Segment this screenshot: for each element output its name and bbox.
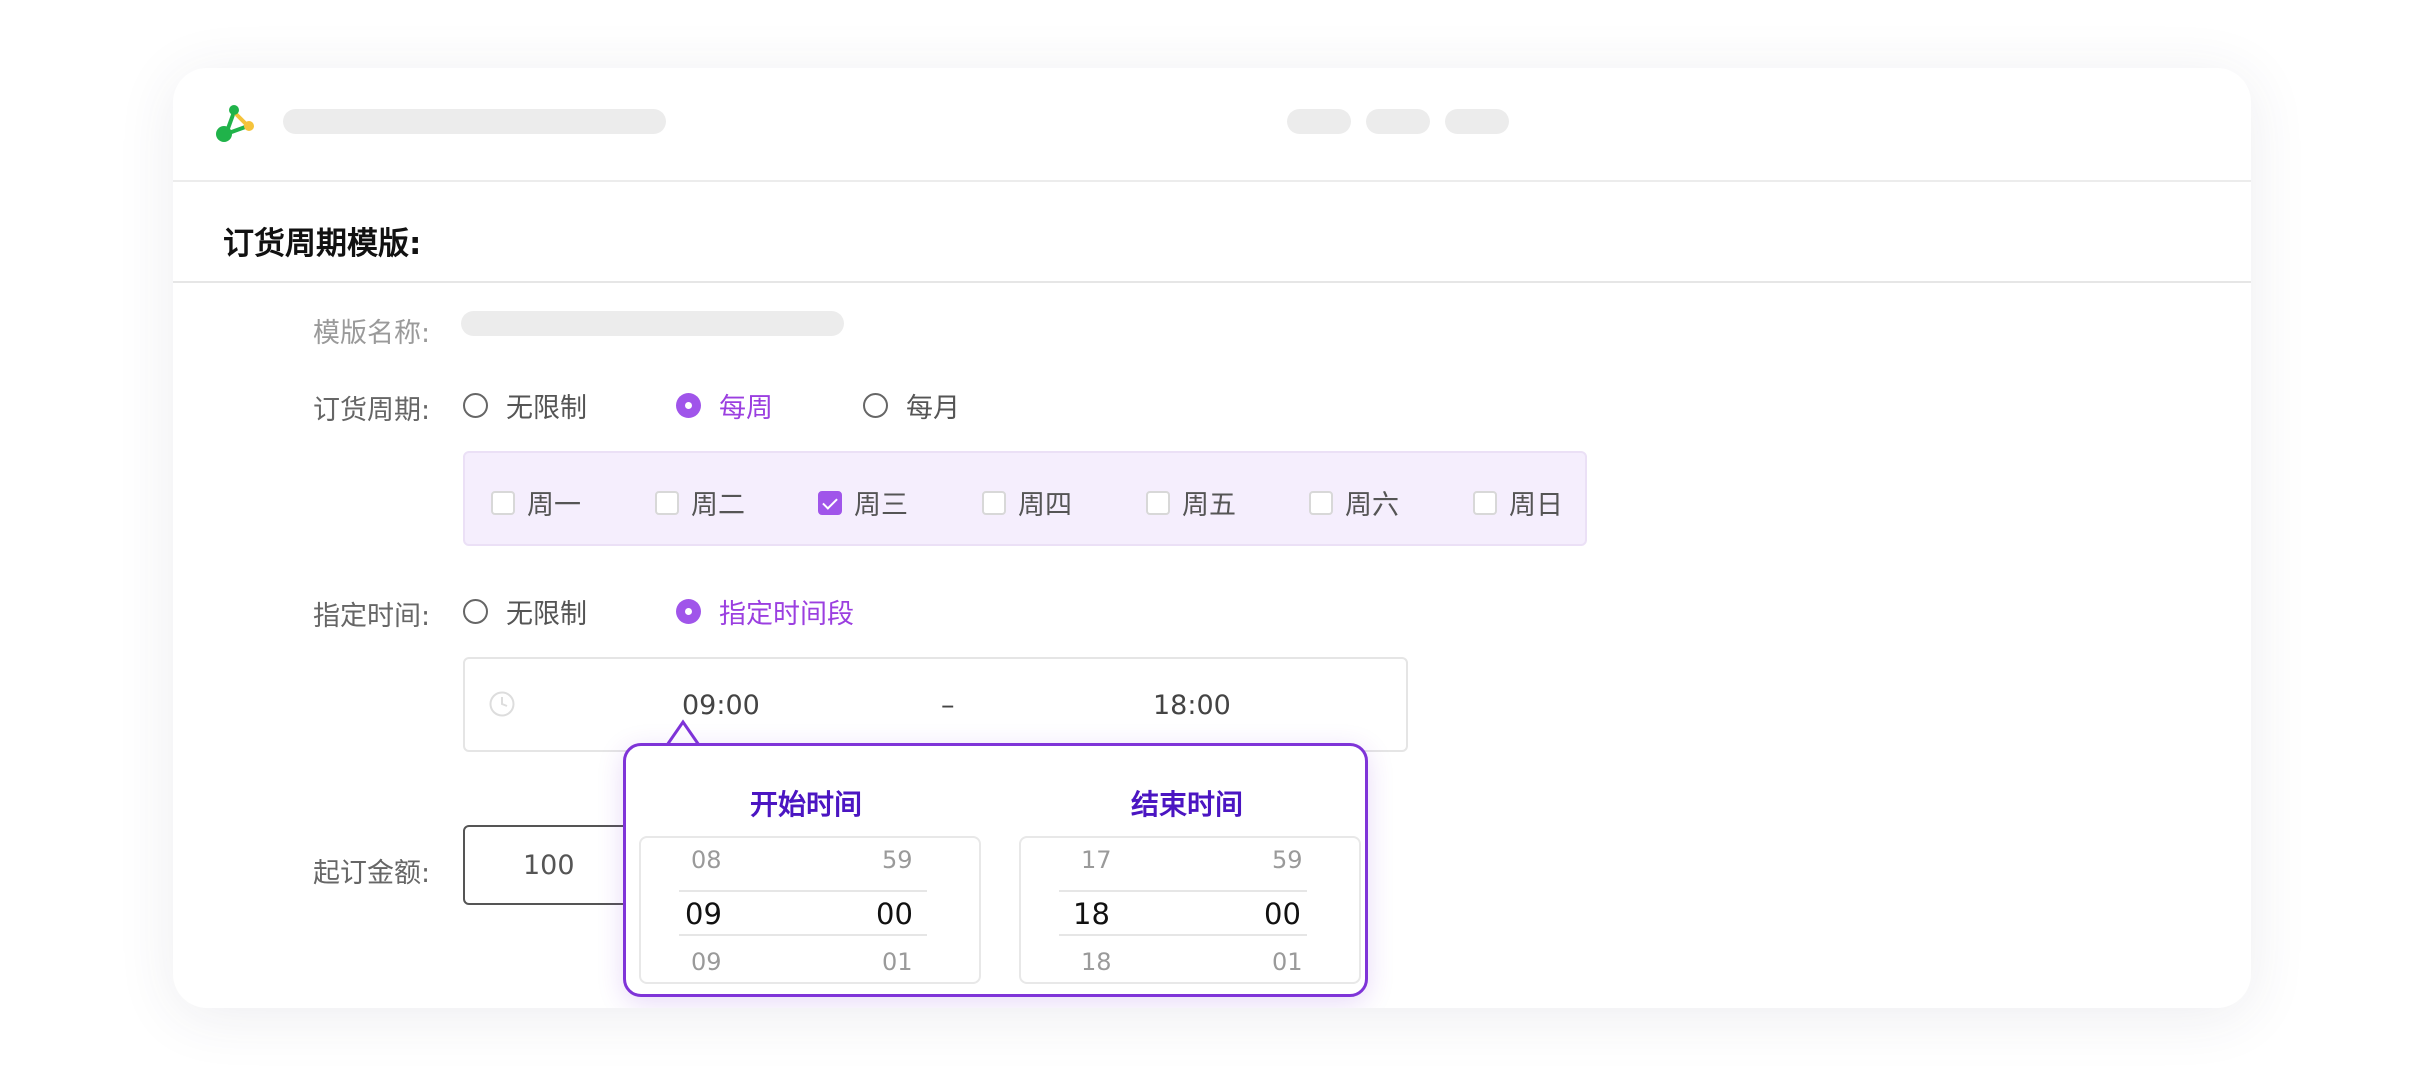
window-button-3[interactable] — [1445, 109, 1509, 134]
checkbox-friday[interactable]: 周五 — [1146, 483, 1236, 522]
end-minute-selected[interactable]: 00 — [1264, 897, 1301, 931]
checkbox-tuesday[interactable]: 周二 — [655, 483, 745, 522]
app-window: 订货周期模版: 模版名称: 订货周期: 无限制 每周 每月 周一 周二 周三 周… — [173, 68, 2251, 1008]
window-button-1[interactable] — [1287, 109, 1351, 134]
radio-time-unlimited[interactable]: 无限制 — [463, 592, 587, 631]
radio-label: 指定时间段 — [719, 599, 854, 630]
start-minute-prev[interactable]: 59 — [882, 846, 913, 874]
checkbox-label: 周一 — [527, 490, 581, 521]
checkbox-monday[interactable]: 周一 — [491, 483, 581, 522]
start-hour-next[interactable]: 09 — [691, 948, 722, 976]
time-picker-popup: 开始时间 结束时间 08 09 09 59 00 01 17 18 18 59 … — [623, 743, 1368, 997]
checkbox-sunday[interactable]: 周日 — [1473, 483, 1563, 522]
radio-icon — [463, 599, 488, 624]
radio-order-cycle-monthly[interactable]: 每月 — [863, 386, 960, 425]
window-button-2[interactable] — [1366, 109, 1430, 134]
checkbox-icon — [491, 490, 515, 515]
radio-time-period[interactable]: 指定时间段 — [676, 592, 854, 631]
checkbox-label: 周三 — [854, 490, 908, 521]
template-name-field[interactable] — [461, 311, 844, 336]
start-hour-prev[interactable]: 08 — [691, 846, 722, 874]
radio-label: 无限制 — [506, 393, 587, 424]
checkbox-label: 周日 — [1509, 490, 1563, 521]
time-range-separator: – — [941, 690, 955, 721]
clock-icon — [489, 691, 515, 717]
radio-order-cycle-weekly[interactable]: 每周 — [676, 386, 773, 425]
template-name-label: 模版名称: — [313, 318, 431, 349]
time-range-input[interactable]: 09:00 – 18:00 — [463, 657, 1408, 752]
start-minute-next[interactable]: 01 — [882, 948, 913, 976]
time-range-end[interactable]: 18:00 — [1153, 690, 1231, 721]
checkbox-label: 周六 — [1345, 490, 1399, 521]
checkbox-thursday[interactable]: 周四 — [982, 483, 1072, 522]
checkbox-label: 周四 — [1018, 490, 1072, 521]
checkbox-wednesday[interactable]: 周三 — [818, 483, 908, 522]
checkbox-icon — [1146, 490, 1170, 515]
time-range-start[interactable]: 09:00 — [682, 690, 760, 721]
end-time-title: 结束时间 — [1131, 788, 1244, 821]
start-hour-selected[interactable]: 09 — [685, 897, 722, 931]
radio-icon — [463, 393, 488, 418]
checkbox-checked-icon — [818, 490, 842, 515]
checkbox-icon — [1473, 490, 1497, 515]
specified-time-label: 指定时间: — [313, 601, 431, 632]
window-header — [173, 68, 2251, 182]
end-hour-selected[interactable]: 18 — [1073, 897, 1110, 931]
checkbox-label: 周二 — [691, 490, 745, 521]
end-hour-prev[interactable]: 17 — [1081, 846, 1112, 874]
radio-order-cycle-unlimited[interactable]: 无限制 — [463, 386, 587, 425]
start-time-wheel[interactable]: 08 09 09 59 00 01 — [639, 836, 981, 984]
start-time-title: 开始时间 — [750, 788, 863, 821]
checkbox-saturday[interactable]: 周六 — [1309, 483, 1399, 522]
app-logo-icon — [216, 105, 254, 142]
end-hour-next[interactable]: 18 — [1081, 948, 1112, 976]
radio-icon — [863, 393, 888, 418]
end-time-wheel[interactable]: 17 18 18 59 00 01 — [1019, 836, 1361, 984]
checkbox-icon — [1309, 490, 1333, 515]
radio-label: 每月 — [906, 393, 960, 424]
radio-label: 无限制 — [506, 599, 587, 630]
radio-icon — [676, 393, 701, 418]
weekday-selector: 周一 周二 周三 周四 周五 周六 周日 — [463, 451, 1587, 546]
section-title: 订货周期模版: — [223, 226, 422, 262]
checkbox-icon — [655, 490, 679, 515]
section-divider — [173, 281, 2251, 283]
order-cycle-label: 订货周期: — [313, 395, 431, 426]
radio-label: 每周 — [719, 393, 773, 424]
end-minute-next[interactable]: 01 — [1272, 948, 1303, 976]
checkbox-icon — [982, 490, 1006, 515]
radio-icon — [676, 599, 701, 624]
end-minute-prev[interactable]: 59 — [1272, 846, 1303, 874]
window-title-placeholder — [283, 109, 666, 134]
min-amount-label: 起订金额: — [313, 858, 431, 889]
checkbox-label: 周五 — [1182, 490, 1236, 521]
min-amount-value: 100 — [523, 850, 575, 881]
start-minute-selected[interactable]: 00 — [876, 897, 913, 931]
